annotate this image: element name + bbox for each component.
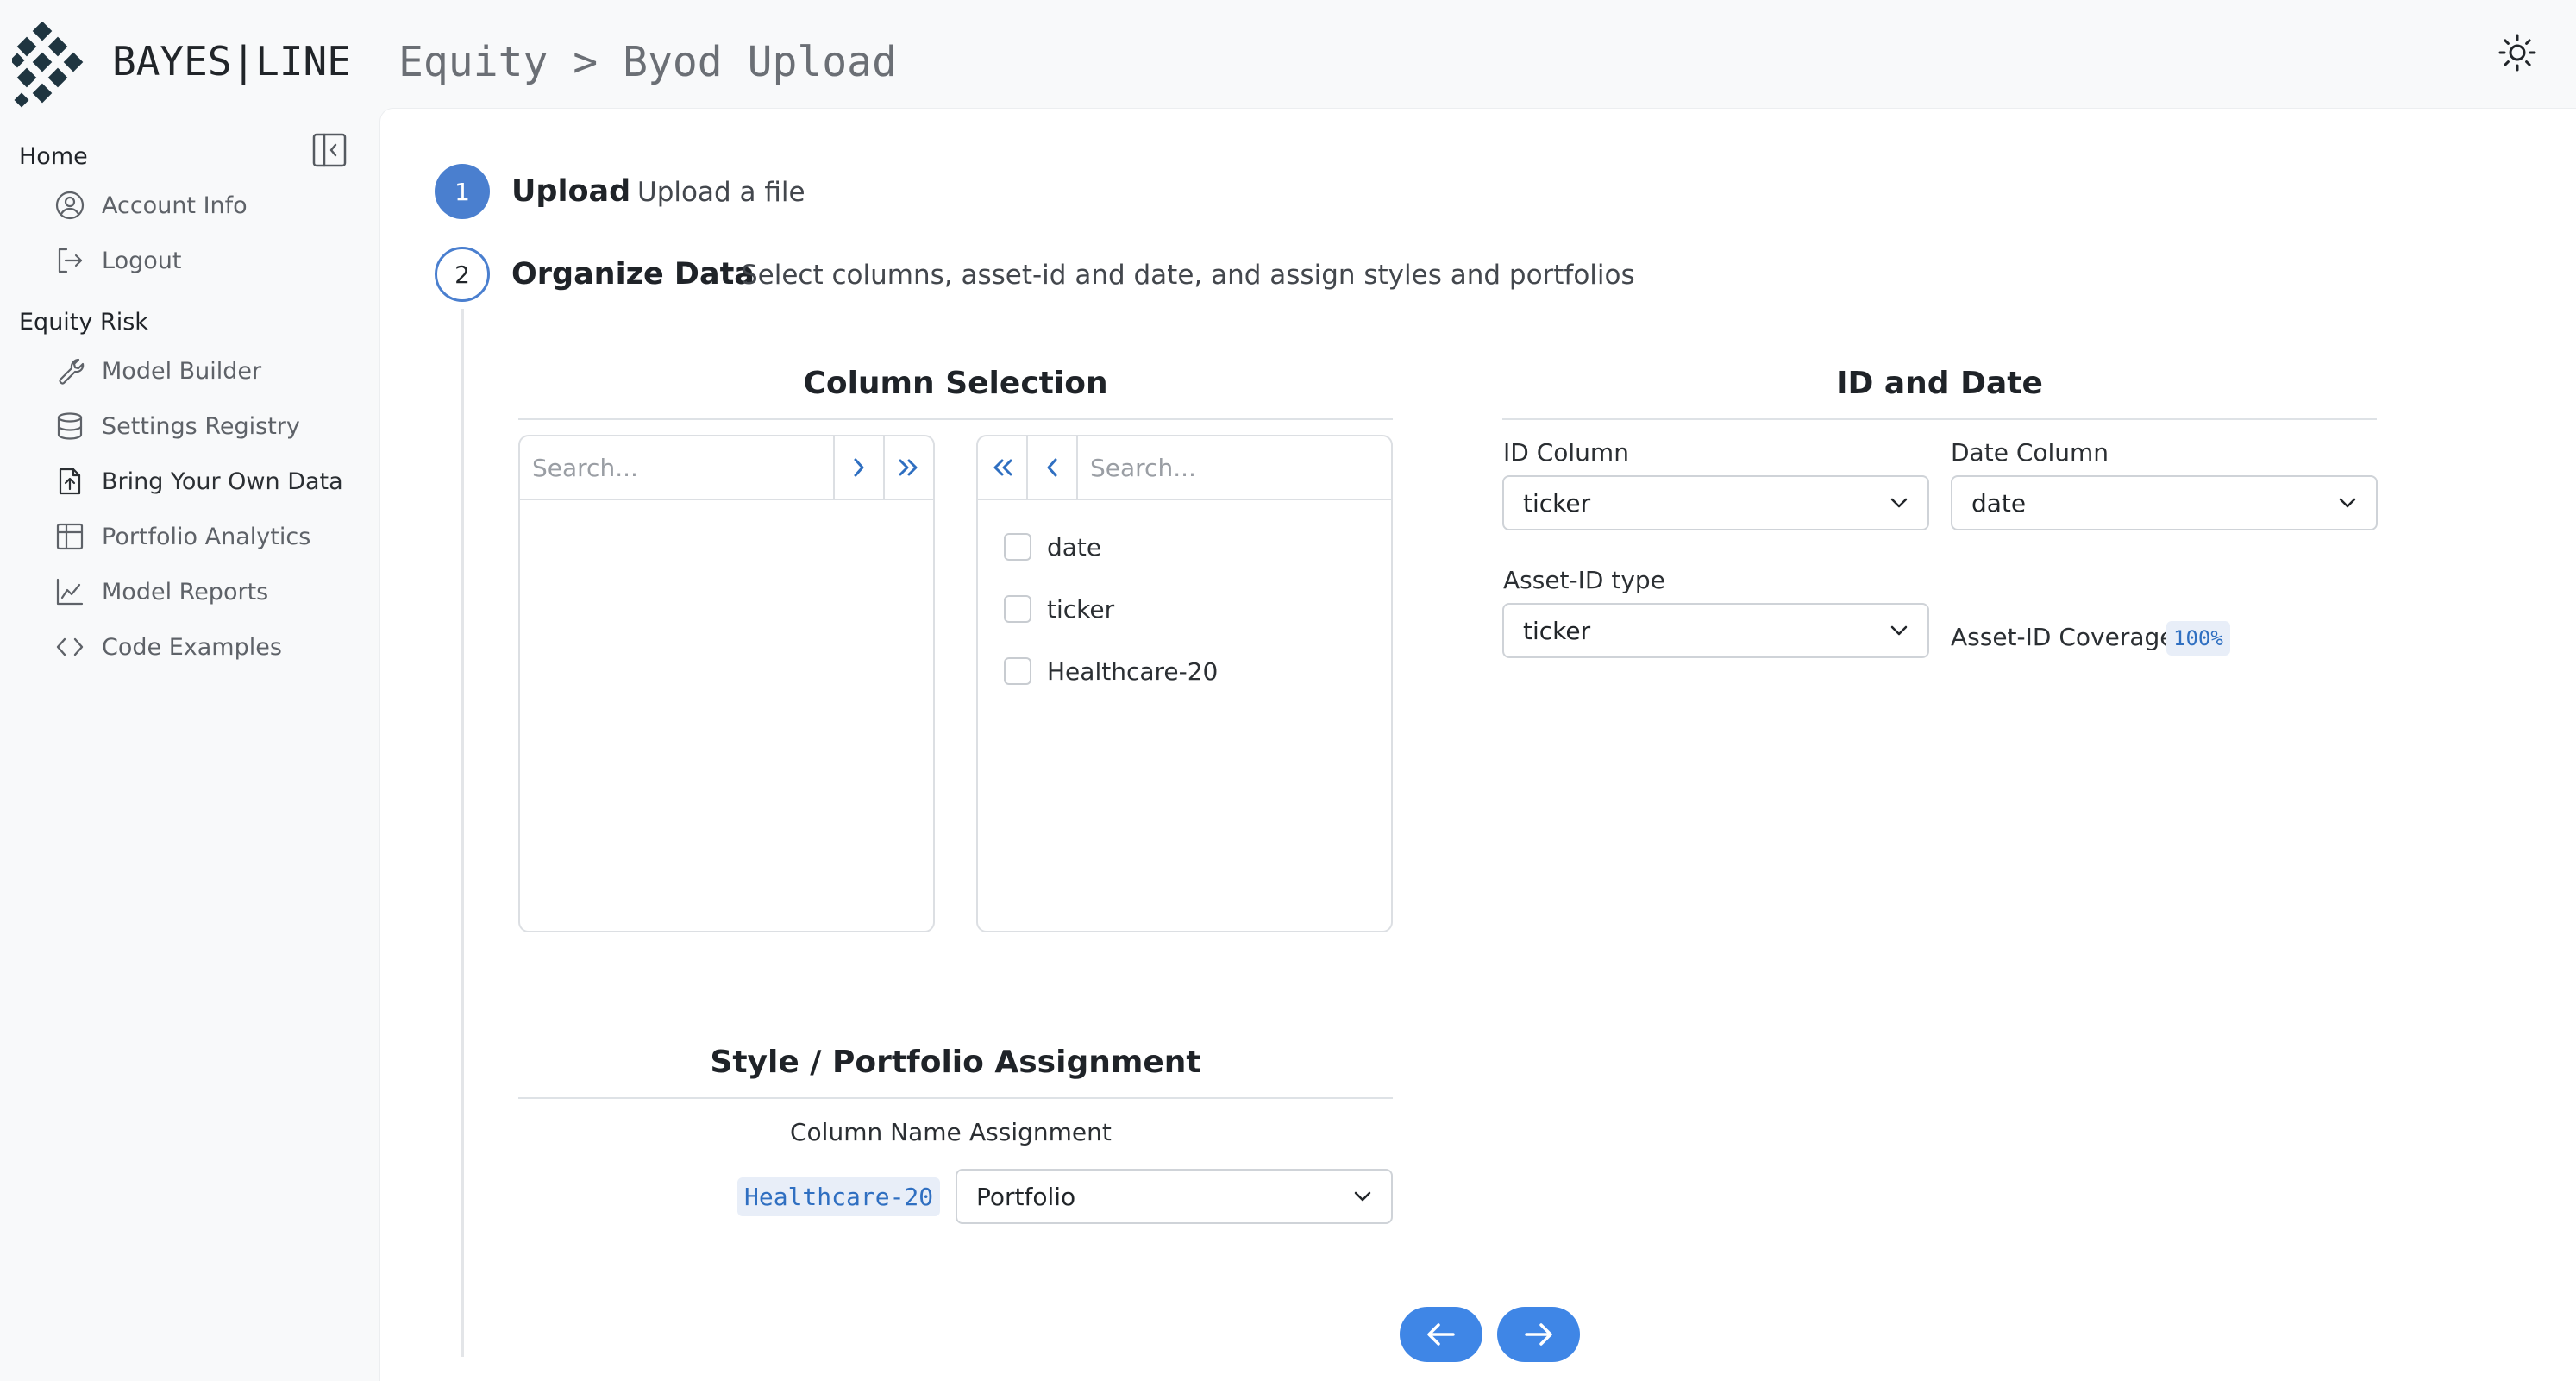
step-2-description: Select columns, asset-id and date, and a… bbox=[741, 260, 1635, 291]
selected-search-input[interactable] bbox=[1090, 453, 1379, 482]
user-circle-icon bbox=[53, 189, 86, 222]
code-icon bbox=[53, 631, 86, 663]
sidebar-collapse-icon[interactable] bbox=[311, 132, 348, 168]
checkbox[interactable] bbox=[1004, 595, 1031, 623]
divider bbox=[518, 418, 1393, 420]
step-1-title: Upload bbox=[511, 174, 631, 209]
sidebar-item-portfolio-analytics[interactable]: Portfolio Analytics bbox=[53, 513, 364, 560]
chevrons-right-icon bbox=[899, 459, 918, 476]
date-column-select[interactable]: date bbox=[1951, 475, 2378, 530]
select-value: date bbox=[1971, 488, 2027, 518]
wrench-icon bbox=[53, 355, 86, 387]
sidebar-item-logout[interactable]: Logout bbox=[53, 237, 364, 284]
asset-id-coverage-label: Asset-ID Coverage: bbox=[1951, 623, 2183, 651]
available-search-field[interactable] bbox=[520, 436, 833, 499]
move-selected-left-button[interactable] bbox=[1028, 436, 1078, 499]
coverage-badge: 100% bbox=[2166, 621, 2230, 656]
sidebar-item-label: Bring Your Own Data bbox=[102, 468, 343, 495]
move-selected-right-button[interactable] bbox=[833, 436, 883, 499]
step-2-indicator[interactable]: 2 bbox=[435, 247, 490, 302]
sidebar-item-model-reports[interactable]: Model Reports bbox=[53, 568, 364, 615]
sidebar-item-label: Logout bbox=[102, 247, 182, 274]
id-column-label: ID Column bbox=[1503, 438, 1629, 467]
sidebar-item-settings-registry[interactable]: Settings Registry bbox=[53, 403, 364, 449]
back-button[interactable] bbox=[1400, 1307, 1482, 1362]
file-upload-icon bbox=[53, 465, 86, 498]
divider bbox=[1502, 418, 2377, 420]
chevron-down-icon bbox=[2339, 498, 2356, 508]
sun-icon[interactable] bbox=[2498, 33, 2537, 72]
selected-search-field[interactable] bbox=[1078, 436, 1391, 499]
move-all-left-button[interactable] bbox=[978, 436, 1028, 499]
stepper-line bbox=[461, 309, 464, 1357]
sidebar-item-code-examples[interactable]: Code Examples bbox=[53, 624, 364, 670]
assignment-select[interactable]: Portfolio bbox=[956, 1169, 1393, 1224]
sidebar-item-label: Model Builder bbox=[102, 357, 262, 385]
checkbox[interactable] bbox=[1004, 657, 1031, 685]
chevron-right-icon bbox=[854, 458, 864, 477]
id-and-date-title: ID and Date bbox=[1836, 366, 2043, 401]
chevron-down-icon bbox=[1890, 498, 1908, 508]
column-selection-title: Column Selection bbox=[803, 366, 1108, 401]
next-button[interactable] bbox=[1497, 1307, 1580, 1362]
sidebar bbox=[0, 108, 379, 1381]
sidebar-section-equity-risk: Equity Risk bbox=[19, 309, 148, 336]
assignment-column-name: Healthcare-20 bbox=[737, 1177, 941, 1216]
chevron-down-icon bbox=[1890, 625, 1908, 636]
move-all-right-button[interactable] bbox=[883, 436, 933, 499]
chevron-down-icon bbox=[1354, 1191, 1371, 1202]
date-column-label: Date Column bbox=[1951, 438, 2109, 467]
sidebar-item-label: Model Reports bbox=[102, 578, 269, 606]
sidebar-item-label: Code Examples bbox=[102, 633, 282, 661]
divider bbox=[518, 1097, 1393, 1099]
selected-columns-list: date ticker Healthcare-20 bbox=[976, 435, 1393, 932]
sidebar-item-label: Portfolio Analytics bbox=[102, 523, 311, 550]
assignment-title: Style / Portfolio Assignment bbox=[710, 1045, 1201, 1080]
sidebar-item-label: Account Info bbox=[102, 191, 248, 219]
select-value: ticker bbox=[1523, 616, 1591, 645]
sidebar-section-home: Home bbox=[19, 143, 88, 170]
id-column-select[interactable]: ticker bbox=[1502, 475, 1929, 530]
available-search-input[interactable] bbox=[532, 453, 821, 482]
select-value: Portfolio bbox=[976, 1182, 1076, 1211]
chevron-left-icon bbox=[1047, 458, 1057, 477]
bayesline-logo bbox=[9, 21, 90, 109]
available-columns-list bbox=[518, 435, 935, 932]
list-item-label: ticker bbox=[1047, 594, 1115, 624]
step-2-title: Organize Data bbox=[511, 257, 755, 292]
sidebar-item-model-builder[interactable]: Model Builder bbox=[53, 348, 364, 394]
step-1-description: Upload a file bbox=[637, 177, 805, 208]
brand-name: BAYES|LINE bbox=[112, 38, 351, 85]
database-icon bbox=[53, 410, 86, 443]
table-icon bbox=[53, 520, 86, 553]
list-item[interactable]: Healthcare-20 bbox=[1004, 652, 1218, 690]
list-item-label: Healthcare-20 bbox=[1047, 656, 1219, 686]
checkbox[interactable] bbox=[1004, 533, 1031, 561]
column-name-header: Column Name bbox=[790, 1118, 962, 1146]
breadcrumb: Equity > Byod Upload bbox=[398, 38, 897, 86]
logout-icon bbox=[53, 244, 86, 277]
select-value: ticker bbox=[1523, 488, 1591, 518]
sidebar-item-account-info[interactable]: Account Info bbox=[53, 182, 364, 229]
step-1-indicator[interactable]: 1 bbox=[435, 164, 490, 219]
arrow-left-icon bbox=[1427, 1323, 1455, 1346]
sidebar-item-bring-your-own-data[interactable]: Bring Your Own Data bbox=[53, 458, 364, 505]
list-item[interactable]: ticker bbox=[1004, 590, 1114, 628]
line-chart-icon bbox=[53, 575, 86, 608]
asset-id-type-select[interactable]: ticker bbox=[1502, 603, 1929, 658]
sidebar-item-label: Settings Registry bbox=[102, 412, 300, 440]
list-item[interactable]: date bbox=[1004, 528, 1101, 566]
asset-id-type-label: Asset-ID type bbox=[1503, 566, 1665, 594]
assignment-header: Assignment bbox=[969, 1118, 1112, 1146]
arrow-right-icon bbox=[1525, 1323, 1552, 1346]
chevrons-left-icon bbox=[993, 459, 1012, 476]
list-item-label: date bbox=[1047, 532, 1102, 562]
